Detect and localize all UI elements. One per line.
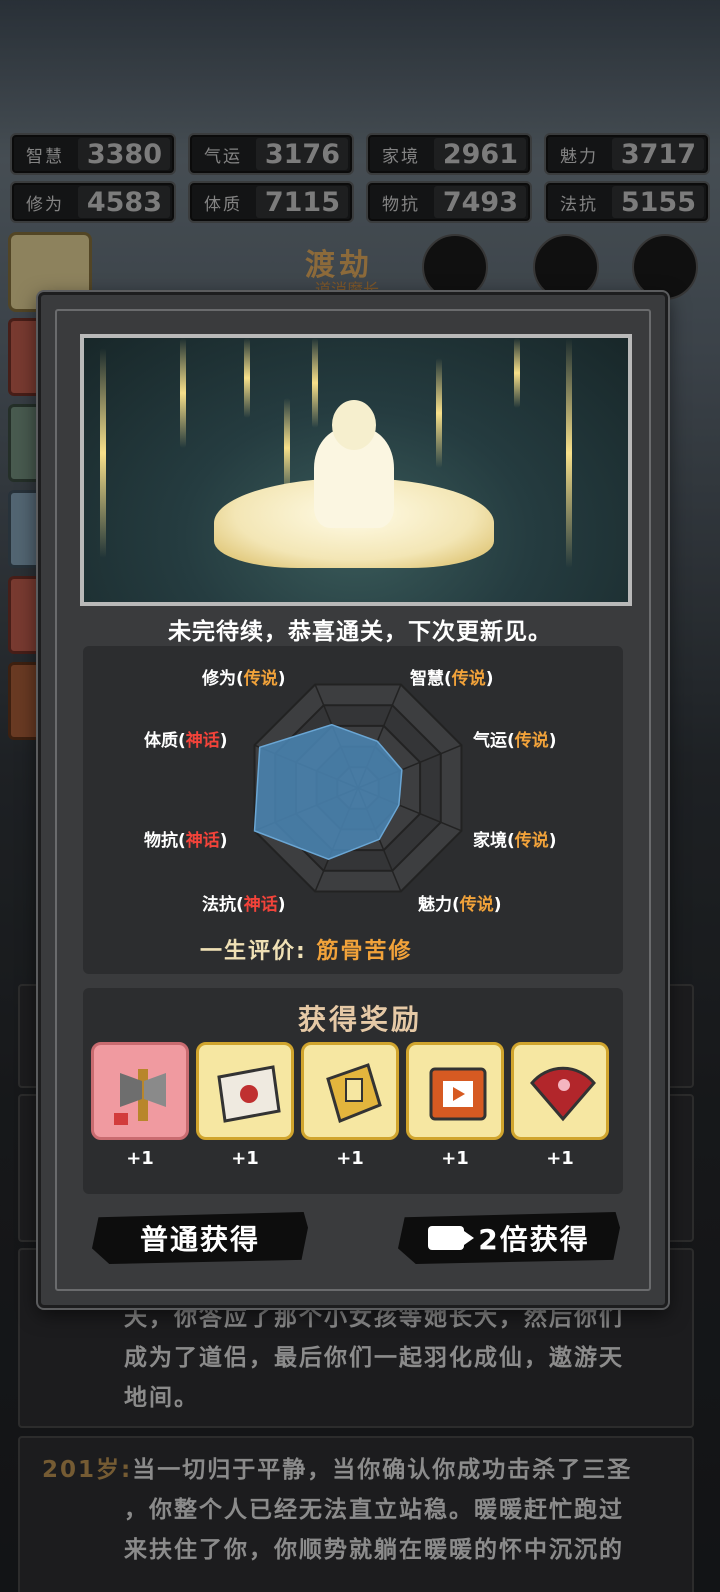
reward-count: +1: [441, 1148, 469, 1169]
completion-headline: 未完待续，恭喜通关，下次更新见。: [168, 619, 552, 645]
radar-label-physique: 体质(神话): [144, 731, 228, 751]
radar-label-phys-resist: 物抗(神话): [144, 831, 228, 851]
radar-label-family: 家境(传说): [473, 831, 557, 851]
video-card-icon: [429, 1067, 487, 1121]
heaven-book-icon: [326, 1063, 382, 1124]
reward-war-hammer[interactable]: [91, 1042, 189, 1140]
radar-label-magic-resist: 法抗(神话): [202, 895, 286, 915]
reward-title: 获得奖励: [297, 1003, 422, 1036]
reward-talisman[interactable]: [196, 1042, 294, 1140]
evaluation-label: 一生评价:: [200, 939, 307, 964]
radar-label-charm: 魅力(传说): [418, 895, 502, 915]
radar-label-wisdom: 智慧(传说): [410, 669, 494, 689]
double-claim-button[interactable]: 2倍获得: [398, 1212, 620, 1264]
reward-count: +1: [126, 1148, 154, 1169]
reward-heaven-book[interactable]: [301, 1042, 399, 1140]
life-evaluation: 一生评价: 筋骨苦修: [200, 933, 413, 965]
double-claim-label: 2倍获得: [478, 1223, 590, 1256]
reward-video-card[interactable]: [406, 1042, 504, 1140]
ascension-scene-image: [80, 334, 632, 606]
radar-label-luck: 气运(传说): [473, 731, 557, 751]
war-hammer-icon: [114, 1069, 166, 1125]
normal-claim-label: 普通获得: [139, 1223, 260, 1256]
reward-count: +1: [546, 1148, 574, 1169]
reward-folding-fan[interactable]: [511, 1042, 609, 1140]
attribute-panel: [83, 646, 623, 974]
radar-label-cultivation: 修为(传说): [202, 669, 286, 689]
normal-claim-button[interactable]: 普通获得: [92, 1212, 308, 1264]
video-camera-icon: [428, 1226, 475, 1250]
reward-count: +1: [336, 1148, 364, 1169]
reward-count: +1: [231, 1148, 259, 1169]
folding-fan-icon: [530, 1066, 596, 1122]
evaluation-value: 筋骨苦修: [316, 939, 413, 964]
talisman-scroll-icon: [217, 1065, 281, 1123]
